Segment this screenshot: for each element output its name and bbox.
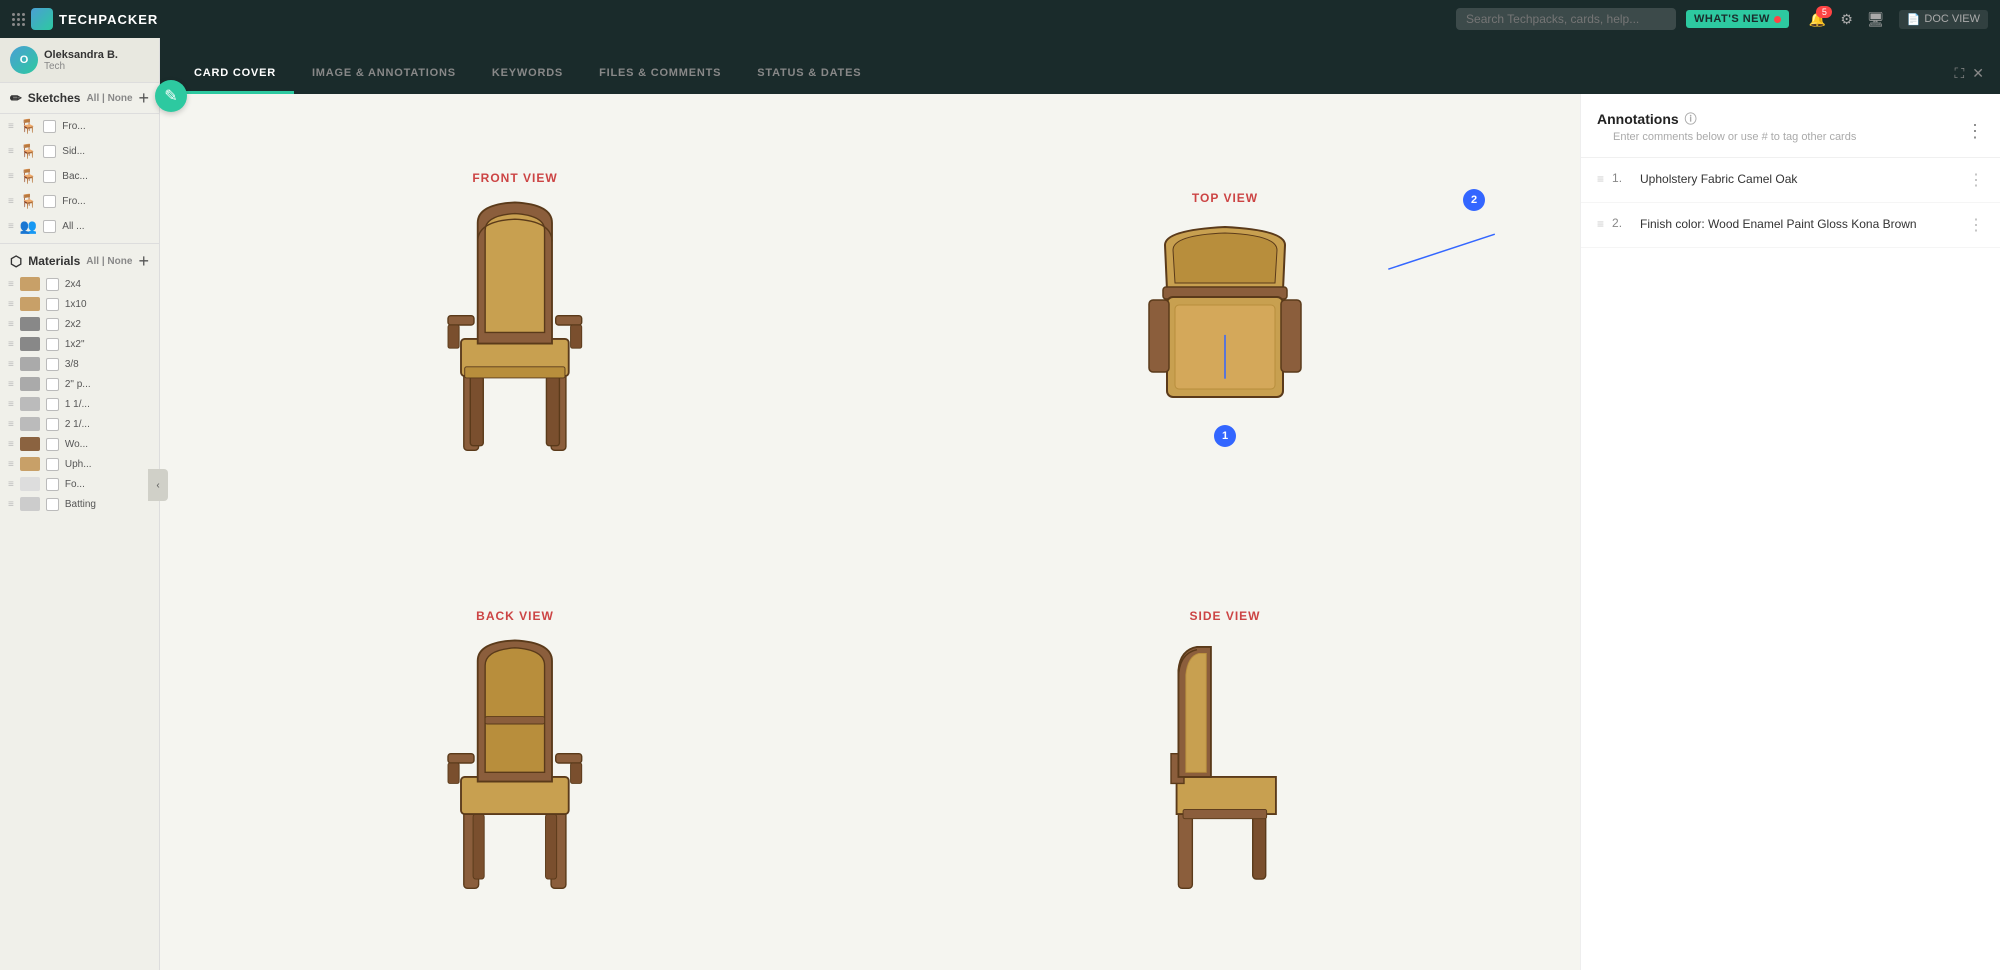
- annotation-item-1: ≡ 1. Upholstery Fabric Camel Oak ⋮: [1581, 158, 2000, 203]
- material-item-12[interactable]: ≡ Batting: [0, 494, 159, 514]
- notification-icon[interactable]: 🔔 5: [1809, 11, 1826, 28]
- settings-icon[interactable]: ⚙: [1840, 11, 1853, 28]
- annotation-pin-1[interactable]: 1: [1214, 425, 1236, 447]
- drag-handle-1[interactable]: ≡: [1597, 172, 1604, 186]
- annotations-more-menu[interactable]: ⋮: [1966, 121, 1984, 142]
- sketches-section-header: ✏ Sketches All | None +: [0, 83, 159, 114]
- material-swatch: [20, 337, 40, 351]
- avatar: O: [10, 46, 38, 74]
- material-swatch: [20, 357, 40, 371]
- topbar-icons: 🔔 5 ⚙ 🖥 📄 DOC VIEW: [1809, 10, 1988, 29]
- close-icon[interactable]: ✕: [1972, 65, 1984, 82]
- material-swatch: [20, 417, 40, 431]
- side-view-cell: SIDE VIEW: [870, 532, 1580, 970]
- whats-new-button[interactable]: WHAT'S NEW: [1686, 10, 1789, 28]
- add-sketch-icon[interactable]: +: [138, 89, 149, 107]
- annotations-panel: Annotations ⓘ Enter comments below or us…: [1580, 94, 2000, 970]
- material-item-9[interactable]: ≡ Wo...: [0, 434, 159, 454]
- tab-bar: CARD COVER IMAGE & ANNOTATIONS KEYWORDS …: [160, 38, 2000, 94]
- back-view-chair: [422, 633, 608, 893]
- annotations-subtitle: Enter comments below or use # to tag oth…: [1597, 127, 1872, 153]
- app-icon: [31, 8, 53, 30]
- app-logo: TECHPACKER: [12, 8, 158, 30]
- top-view-cell: TOP VIEW 2: [870, 94, 1580, 532]
- edit-fab[interactable]: ✎: [155, 80, 187, 112]
- back-view-label: BACK VIEW: [476, 609, 554, 623]
- material-swatch: [20, 397, 40, 411]
- annotation-text-1: Upholstery Fabric Camel Oak: [1640, 170, 1960, 188]
- material-item-4[interactable]: ≡ 1x2": [0, 334, 159, 354]
- annotations-info-icon[interactable]: ⓘ: [1685, 110, 1697, 127]
- annotations-header: Annotations ⓘ Enter comments below or us…: [1581, 94, 2000, 158]
- material-swatch: [20, 437, 40, 451]
- material-swatch: [20, 497, 40, 511]
- tab-image-annotations[interactable]: IMAGE & ANNOTATIONS: [294, 55, 474, 94]
- tab-card-cover[interactable]: CARD COVER: [176, 55, 294, 94]
- tab-controls: ⛶ ✕: [1954, 65, 1984, 94]
- annotation-number-1: 1.: [1612, 171, 1632, 185]
- app-name: TECHPACKER: [59, 12, 158, 27]
- annotation-more-menu-1[interactable]: ⋮: [1968, 170, 1984, 190]
- top-view-chair: [1125, 215, 1325, 435]
- fullscreen-icon[interactable]: ⛶: [1954, 65, 1964, 82]
- sketch-item-1[interactable]: ≡ 🪑 Fro...: [0, 114, 159, 139]
- material-item-7[interactable]: ≡ 1 1/...: [0, 394, 159, 414]
- front-view-cell: FRONT VIEW: [160, 94, 870, 532]
- collapse-sidebar-button[interactable]: ‹: [148, 469, 168, 501]
- front-view-chair: [422, 195, 608, 455]
- menu-icon[interactable]: [12, 13, 25, 26]
- material-swatch: [20, 457, 40, 471]
- main-area: CARD COVER IMAGE & ANNOTATIONS KEYWORDS …: [160, 38, 2000, 970]
- front-view-label: FRONT VIEW: [472, 171, 557, 185]
- sketches-title: ✏ Sketches All | None: [10, 90, 133, 107]
- monitor-icon[interactable]: 🖥: [1867, 11, 1885, 28]
- materials-section-header: ⬡ Materials All | None +: [0, 243, 159, 274]
- material-swatch: [20, 317, 40, 331]
- tab-status-dates[interactable]: STATUS & DATES: [739, 55, 879, 94]
- material-swatch: [20, 297, 40, 311]
- tab-files-comments[interactable]: FILES & COMMENTS: [581, 55, 739, 94]
- annotation-item-2: ≡ 2. Finish color: Wood Enamel Paint Glo…: [1581, 203, 2000, 248]
- image-panel: FRONT VIEW: [160, 94, 1580, 970]
- sketch-item-3[interactable]: ≡ 🪑 Bac...: [0, 164, 159, 189]
- material-item-8[interactable]: ≡ 2 1/...: [0, 414, 159, 434]
- annotations-title: Annotations ⓘ: [1597, 110, 1872, 127]
- user-area: O Oleksandra B. Tech: [0, 38, 159, 83]
- material-swatch: [20, 377, 40, 391]
- material-item-2[interactable]: ≡ 1x10: [0, 294, 159, 314]
- topbar: TECHPACKER WHAT'S NEW 🔔 5 ⚙ 🖥 📄 DOC VIEW: [0, 0, 2000, 38]
- user-name: Oleksandra B.: [44, 49, 118, 61]
- annotation-more-menu-2[interactable]: ⋮: [1968, 215, 1984, 235]
- user-tag: Tech: [44, 61, 118, 72]
- side-view-chair: [1132, 633, 1318, 893]
- material-swatch: [20, 277, 40, 291]
- material-item-1[interactable]: ≡ 2x4: [0, 274, 159, 294]
- drag-handle-2[interactable]: ≡: [1597, 217, 1604, 231]
- annotation-number-2: 2.: [1612, 216, 1632, 230]
- materials-title: ⬡ Materials All | None: [10, 253, 132, 270]
- annotation-pin-2[interactable]: 2: [1463, 189, 1485, 211]
- back-view-cell: BACK VIEW: [160, 532, 870, 970]
- whats-new-dot: [1774, 16, 1781, 23]
- content-row: FRONT VIEW: [160, 94, 2000, 970]
- add-material-icon[interactable]: +: [138, 252, 149, 270]
- sketch-item-2[interactable]: ≡ 🪑 Sid...: [0, 139, 159, 164]
- annotation-text-2: Finish color: Wood Enamel Paint Gloss Ko…: [1640, 215, 1960, 233]
- top-view-label: TOP VIEW: [1192, 191, 1258, 205]
- material-item-3[interactable]: ≡ 2x2: [0, 314, 159, 334]
- material-item-6[interactable]: ≡ 2" p...: [0, 374, 159, 394]
- sketch-item-4[interactable]: ≡ 🪑 Fro...: [0, 189, 159, 214]
- sketch-item-5[interactable]: ≡ 👥 All ...: [0, 214, 159, 239]
- material-item-10[interactable]: ≡ Uph...: [0, 454, 159, 474]
- search-input[interactable]: [1456, 8, 1676, 30]
- material-swatch: [20, 477, 40, 491]
- tab-keywords[interactable]: KEYWORDS: [474, 55, 581, 94]
- doc-view-button[interactable]: 📄 DOC VIEW: [1899, 10, 1988, 29]
- left-sidebar: O Oleksandra B. Tech ✏ Sketches All | No…: [0, 38, 160, 970]
- side-view-label: SIDE VIEW: [1189, 609, 1260, 623]
- notification-badge: 5: [1816, 6, 1832, 18]
- material-item-11[interactable]: ≡ Fo...: [0, 474, 159, 494]
- material-item-5[interactable]: ≡ 3/8: [0, 354, 159, 374]
